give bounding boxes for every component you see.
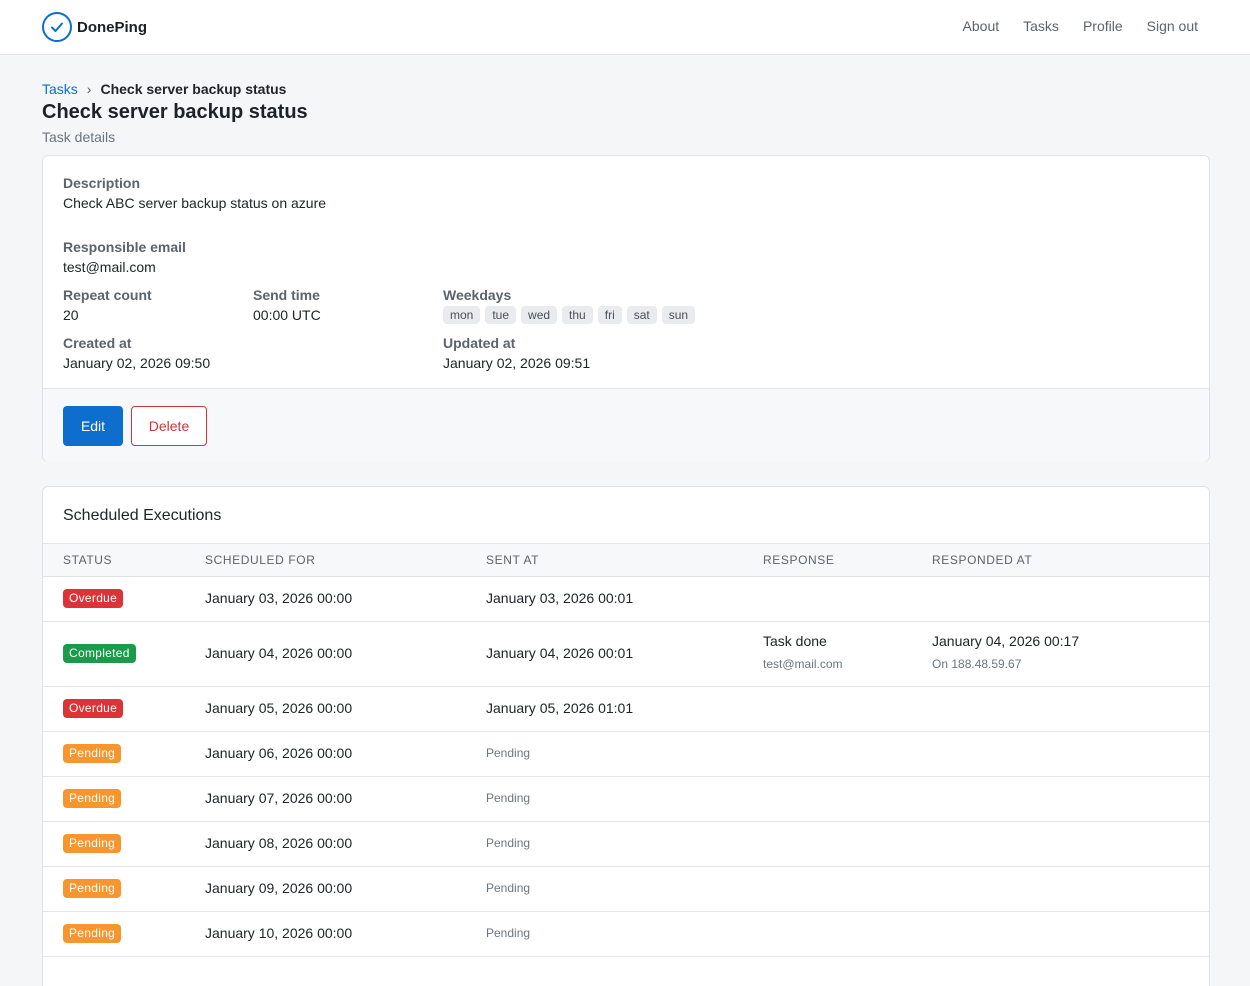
scheduled-executions-card: Scheduled Executions STATUS SCHEDULED FO… (42, 486, 1210, 986)
table-body: Overdue January 03, 2026 00:00 January 03,… (43, 577, 1209, 957)
card-actions: Edit Delete (43, 388, 1209, 462)
table-header: STATUS SCHEDULED FOR SENT AT RESPONSE RE… (43, 543, 1209, 577)
page-subtitle: Task details (42, 129, 115, 145)
status-badge: Pending (63, 924, 121, 943)
description-value: Check ABC server backup status on azure (63, 193, 326, 213)
repeat-count-label: Repeat count (63, 285, 152, 305)
page-title: Check server backup status (42, 101, 308, 124)
status-badge: Pending (63, 879, 121, 898)
weekday-pill: thu (562, 306, 593, 324)
weekday-pill: sat (627, 306, 657, 324)
task-details-card: Description Check ABC server backup stat… (42, 155, 1210, 462)
table-row: Completed January 04, 2026 00:00 January 0… (43, 622, 1209, 687)
weekdays-label: Weekdays (443, 285, 695, 305)
scheduled-for-cell: January 06, 2026 00:00 (205, 745, 352, 761)
scheduled-for-cell: January 10, 2026 00:00 (205, 925, 352, 941)
table-row: Pending January 07, 2026 00:00 Pending (43, 777, 1209, 822)
send-time-field: Send time 00:00 UTC (253, 285, 321, 325)
header-sent-at: SENT AT (486, 553, 539, 567)
weekday-pill: tue (485, 306, 516, 324)
breadcrumb-separator: › (87, 81, 92, 97)
scheduled-for-cell: January 04, 2026 00:00 (205, 645, 352, 661)
top-navbar: DonePing About Tasks Profile Sign out (0, 0, 1250, 55)
nav-links: About Tasks Profile Sign out (963, 18, 1198, 34)
updated-at-value: January 02, 2026 09:51 (443, 353, 590, 373)
weekday-pill: sun (662, 306, 695, 324)
send-time-label: Send time (253, 285, 321, 305)
created-at-label: Created at (63, 333, 210, 353)
created-at-value: January 02, 2026 09:50 (63, 353, 210, 373)
sent-at-cell: Pending (486, 746, 530, 760)
header-scheduled-for: SCHEDULED FOR (205, 553, 315, 567)
status-badge: Pending (63, 834, 121, 853)
table-row: Overdue January 05, 2026 00:00 January 05,… (43, 687, 1209, 732)
scheduled-for-cell: January 07, 2026 00:00 (205, 790, 352, 806)
delete-button[interactable]: Delete (131, 406, 207, 446)
brand-name: DonePing (77, 19, 147, 36)
edit-button[interactable]: Edit (63, 406, 123, 446)
executions-title: Scheduled Executions (63, 507, 221, 525)
status-badge: Completed (63, 644, 136, 663)
breadcrumb-tasks-link[interactable]: Tasks (42, 81, 78, 97)
responded-at-cell: January 04, 2026 00:17 (932, 633, 1079, 649)
table-row: Pending January 09, 2026 00:00 Pending (43, 867, 1209, 912)
sent-at-cell: Pending (486, 836, 530, 850)
sent-at-cell: January 03, 2026 00:01 (486, 590, 633, 606)
updated-at-label: Updated at (443, 333, 590, 353)
email-label: Responsible email (63, 237, 186, 257)
updated-at-field: Updated at January 02, 2026 09:51 (443, 333, 590, 373)
repeat-count-field: Repeat count 20 (63, 285, 152, 325)
status-badge: Overdue (63, 699, 123, 718)
header-response: RESPONSE (763, 553, 835, 567)
sent-at-cell: January 04, 2026 00:01 (486, 645, 633, 661)
responded-ip-cell: On 188.48.59.67 (932, 657, 1021, 671)
response-by-cell: test@mail.com (763, 657, 843, 671)
status-badge: Overdue (63, 589, 123, 608)
header-responded-at: RESPONDED AT (932, 553, 1032, 567)
scheduled-for-cell: January 05, 2026 00:00 (205, 700, 352, 716)
weekday-pill: fri (598, 306, 622, 324)
nav-link-about[interactable]: About (963, 18, 1000, 34)
sent-at-cell: January 05, 2026 01:01 (486, 700, 633, 716)
sent-at-cell: Pending (486, 881, 530, 895)
executions-table: STATUS SCHEDULED FOR SENT AT RESPONSE RE… (43, 543, 1209, 957)
response-cell: Task done (763, 633, 827, 649)
description-field: Description Check ABC server backup stat… (63, 173, 326, 213)
scheduled-for-cell: January 08, 2026 00:00 (205, 835, 352, 851)
scheduled-for-cell: January 09, 2026 00:00 (205, 880, 352, 896)
status-badge: Pending (63, 789, 121, 808)
nav-link-sign-out[interactable]: Sign out (1147, 18, 1198, 34)
send-time-value: 00:00 UTC (253, 305, 321, 325)
sent-at-cell: Pending (486, 926, 530, 940)
status-badge: Pending (63, 744, 121, 763)
breadcrumb: Tasks › Check server backup status (42, 81, 286, 97)
breadcrumb-current: Check server backup status (100, 81, 286, 97)
header-status: STATUS (63, 553, 112, 567)
weekday-pill: mon (443, 306, 480, 324)
scheduled-for-cell: January 03, 2026 00:00 (205, 590, 352, 606)
created-at-field: Created at January 02, 2026 09:50 (63, 333, 210, 373)
description-label: Description (63, 173, 326, 193)
weekdays-list: mon tue wed thu fri sat sun (443, 306, 695, 324)
table-row: Overdue January 03, 2026 00:00 January 03,… (43, 577, 1209, 622)
repeat-count-value: 20 (63, 305, 152, 325)
brand[interactable]: DonePing (42, 12, 147, 42)
weekday-pill: wed (521, 306, 557, 324)
weekdays-field: Weekdays mon tue wed thu fri sat sun (443, 285, 695, 324)
nav-link-profile[interactable]: Profile (1083, 18, 1123, 34)
sent-at-cell: Pending (486, 791, 530, 805)
nav-link-tasks[interactable]: Tasks (1023, 18, 1059, 34)
check-circle-icon (42, 12, 72, 42)
table-row: Pending January 10, 2026 00:00 Pending (43, 912, 1209, 957)
table-row: Pending January 06, 2026 00:00 Pending (43, 732, 1209, 777)
table-row: Pending January 08, 2026 00:00 Pending (43, 822, 1209, 867)
email-field: Responsible email test@mail.com (63, 237, 186, 277)
email-value: test@mail.com (63, 257, 186, 277)
